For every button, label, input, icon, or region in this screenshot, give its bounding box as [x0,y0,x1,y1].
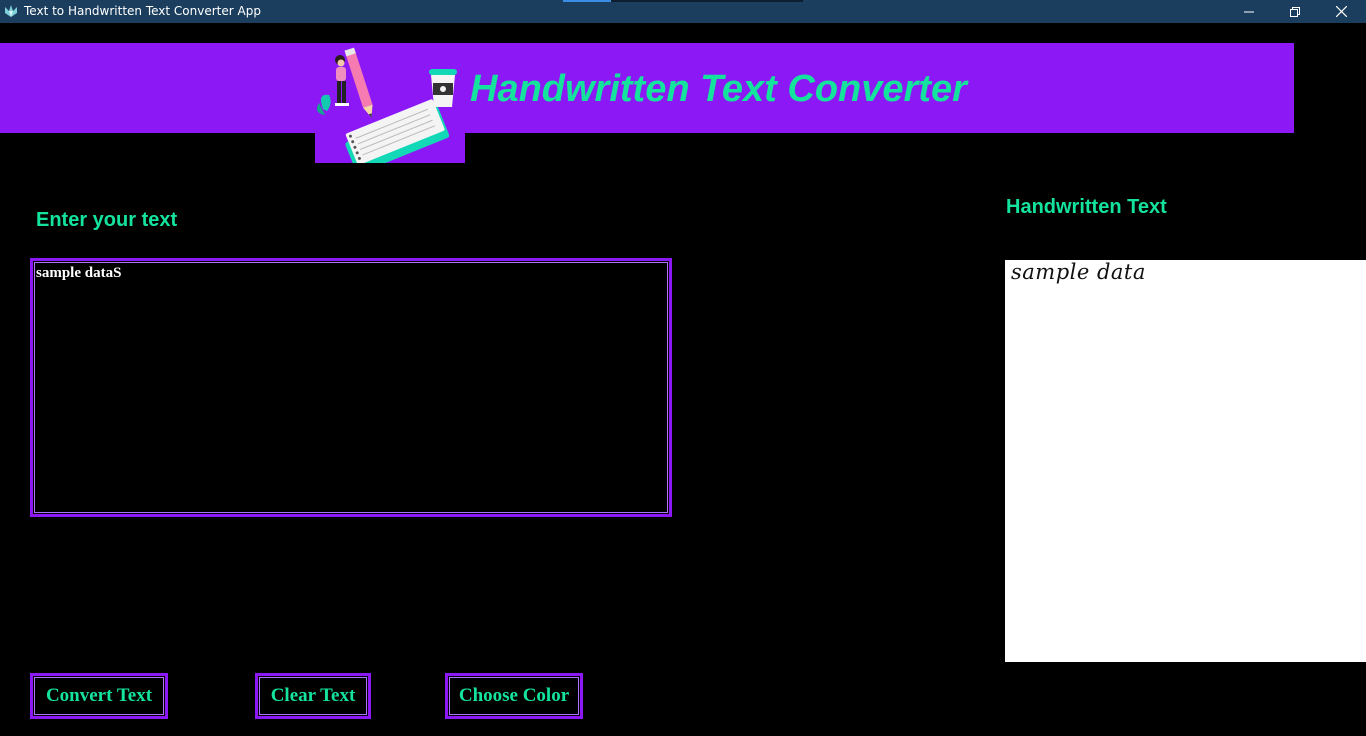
app-icon [5,5,17,17]
minimize-button[interactable] [1226,0,1272,23]
convert-text-button[interactable]: Convert Text [30,673,168,719]
taskbar-preview-strip-dark [611,0,803,2]
choose-color-button[interactable]: Choose Color [445,673,583,719]
output-label: Handwritten Text [1006,196,1167,218]
taskbar-preview-strip [563,0,611,2]
handwritten-output-canvas: sample data [1005,260,1366,662]
window-titlebar: Text to Handwritten Text Converter App [0,0,1366,23]
handwritten-output-text: sample data [1011,260,1146,284]
restore-button[interactable] [1272,0,1318,23]
text-input-value[interactable]: sample dataS [36,265,121,282]
window-title: Text to Handwritten Text Converter App [24,4,261,18]
person-writing-notebook-illustration [317,47,457,174]
input-label: Enter your text [36,209,178,231]
banner-title: Handwritten Text Converter [470,68,967,110]
clear-text-button[interactable]: Clear Text [255,673,371,719]
restore-icon [1290,6,1300,17]
minimize-icon [1244,11,1254,12]
text-input-area[interactable] [30,258,672,517]
banner-illustration [315,43,465,174]
close-button[interactable] [1318,0,1364,23]
close-icon [1335,6,1347,17]
